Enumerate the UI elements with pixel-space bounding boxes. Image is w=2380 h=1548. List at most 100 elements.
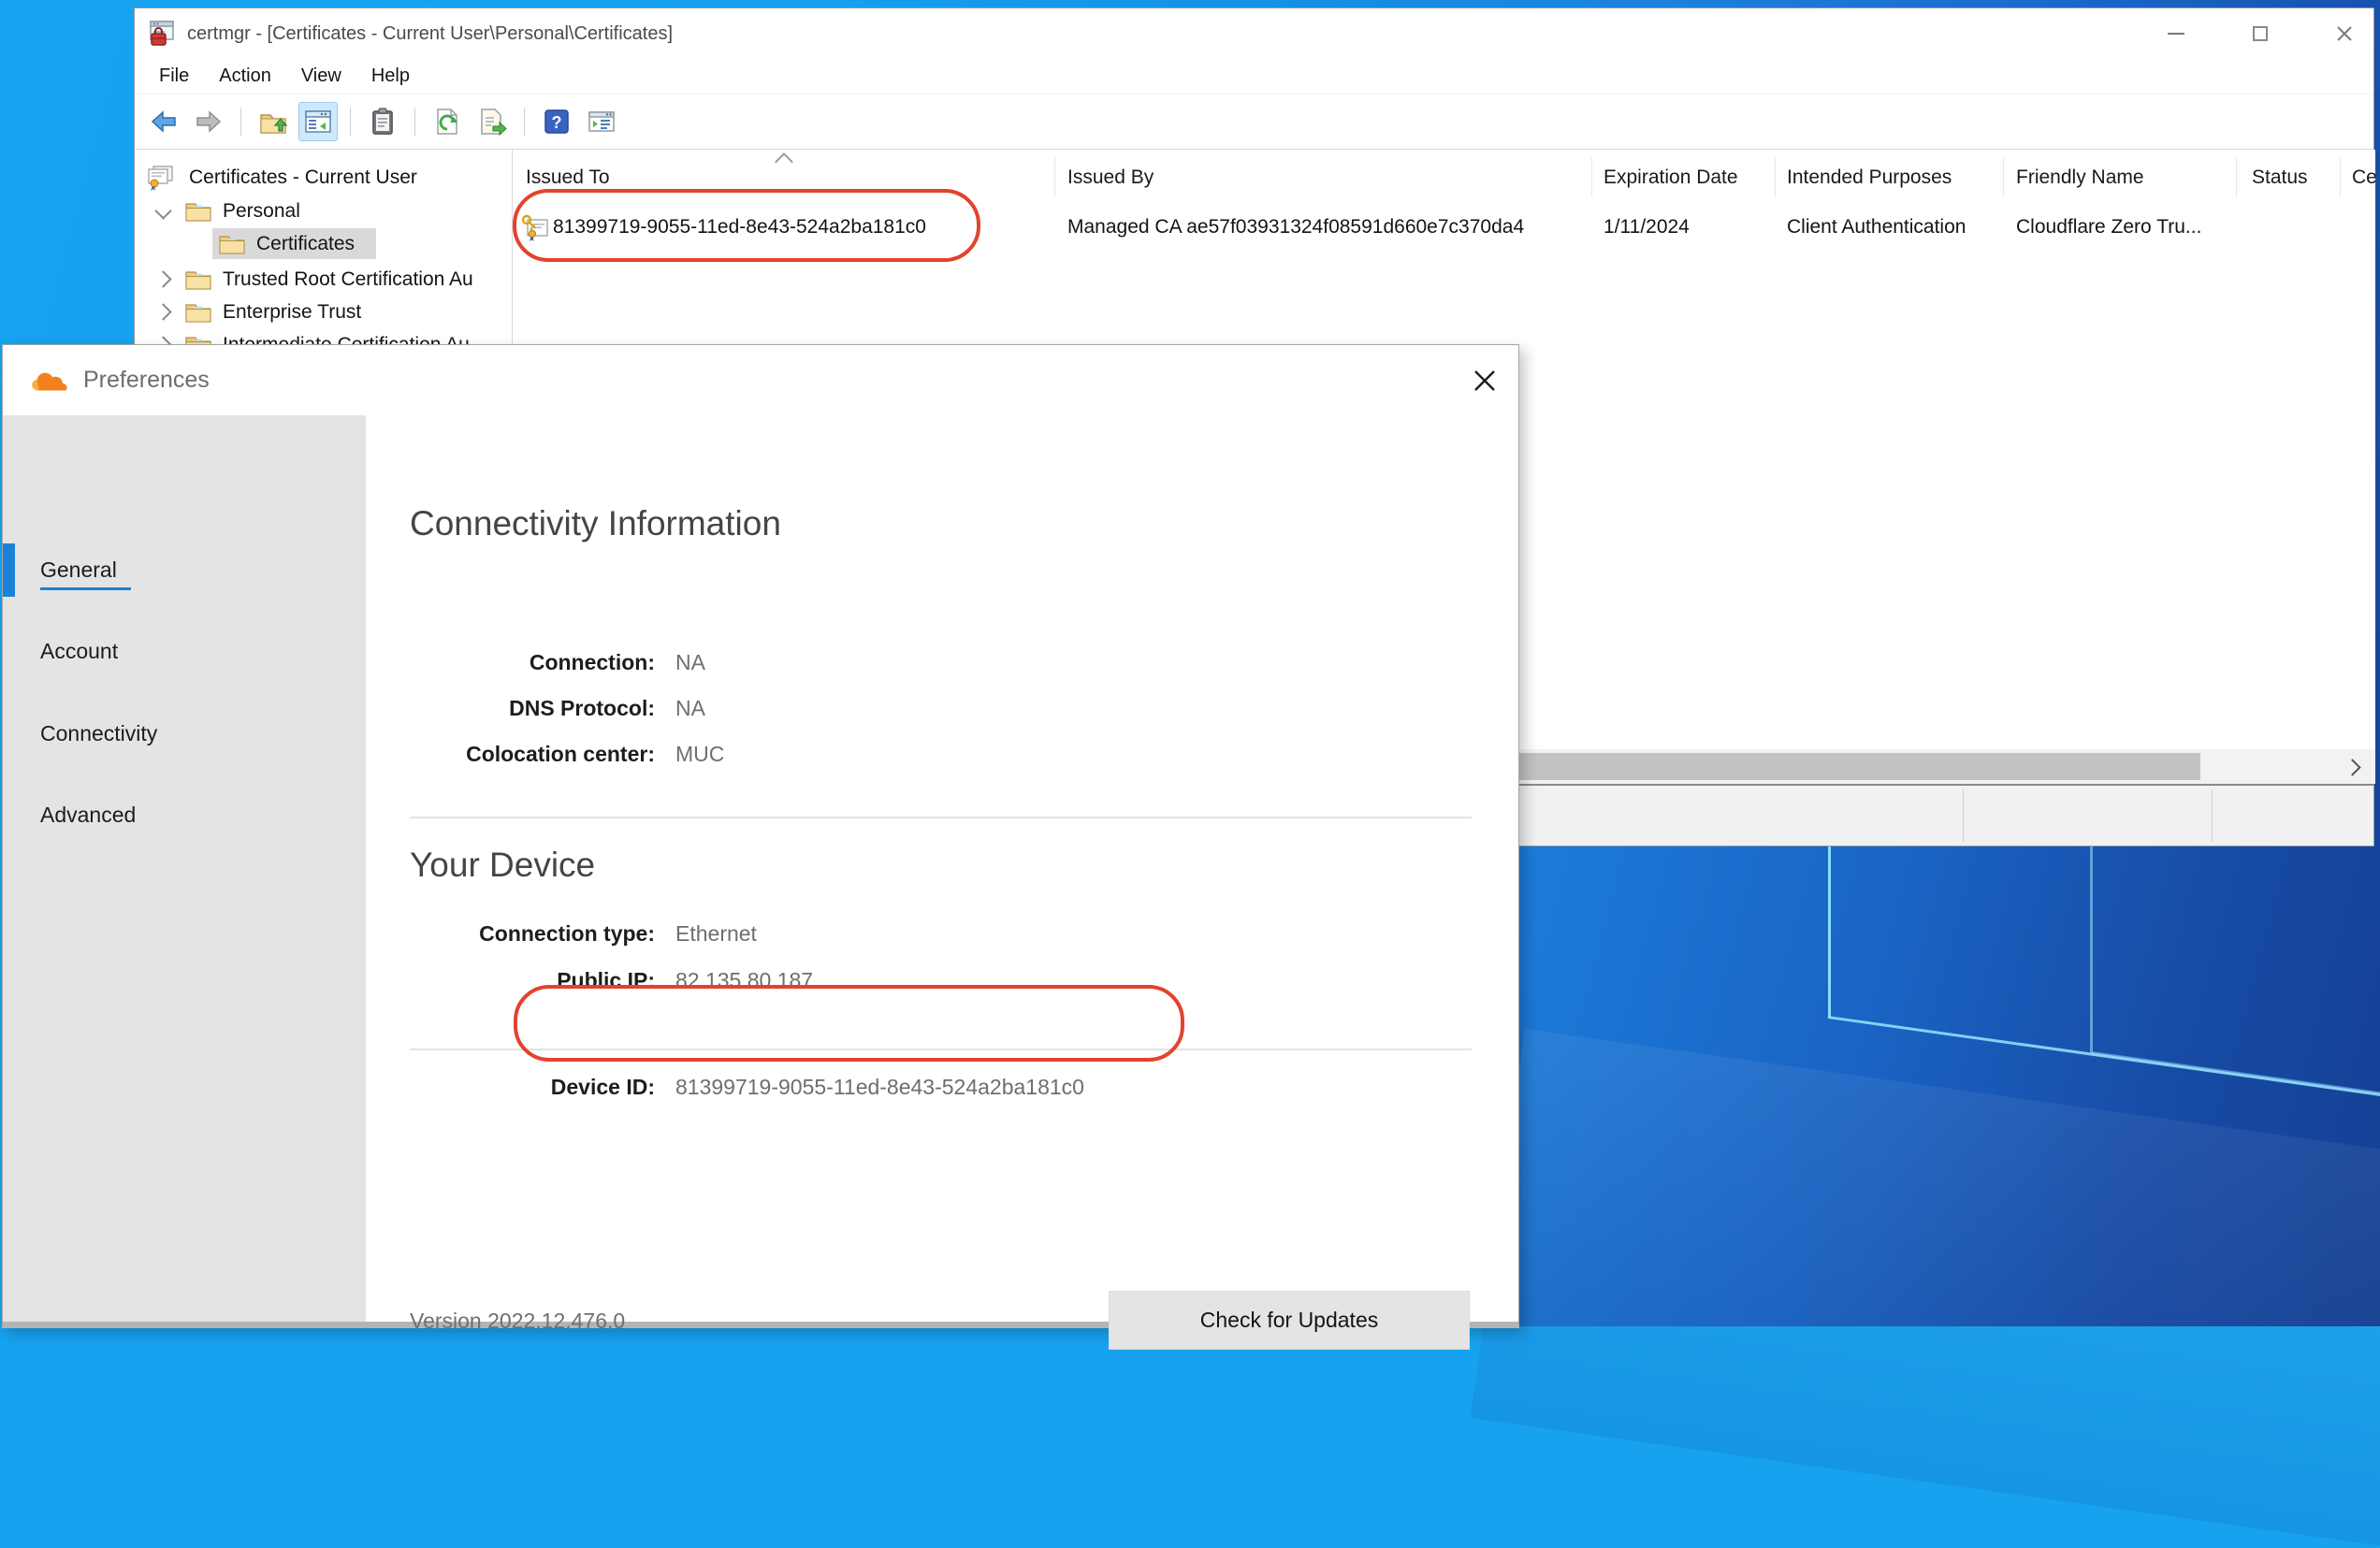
check-for-updates-button[interactable]: Check for Updates: [1109, 1291, 1470, 1350]
help-button[interactable]: ?: [537, 102, 576, 141]
device-id-row: Device ID: 81399719-9055-11ed-8e43-524a2…: [410, 1075, 1084, 1100]
preferences-header: Preferences: [3, 345, 1518, 415]
tree-item-label: Certificates - Current User: [189, 166, 417, 189]
connection-label: Connection:: [410, 650, 655, 675]
close-button[interactable]: [2329, 18, 2360, 50]
certmgr-app-icon: [148, 20, 176, 48]
copy-clipboard-icon: [368, 107, 398, 137]
sidebar-item-account[interactable]: Account: [3, 625, 366, 677]
tree-item-certificates-current-user[interactable]: Certificates - Current User: [146, 161, 417, 194]
column-header-intended-purposes[interactable]: Intended Purposes: [1787, 150, 1952, 203]
tree-item-enterprise-trust[interactable]: Enterprise Trust: [157, 296, 361, 328]
toolbar: ?: [135, 94, 2373, 149]
chevron-down-icon[interactable]: [154, 202, 171, 219]
preferences-dialog: Preferences General Account Connectivity…: [2, 344, 1519, 1328]
scroll-right-button[interactable]: [2338, 757, 2366, 777]
menu-help[interactable]: Help: [371, 65, 410, 87]
dns-protocol-row: DNS Protocol: NA: [410, 696, 705, 721]
sort-ascending-icon: [775, 152, 793, 171]
tree-item-label: Personal: [223, 200, 300, 223]
minimize-icon: [2168, 33, 2184, 35]
window-title: certmgr - [Certificates - Current User\P…: [187, 23, 673, 45]
maximize-icon: [2253, 26, 2268, 41]
toolbar-separator: [414, 108, 415, 136]
section-divider: [410, 817, 1472, 818]
public-ip-value: 82.135.80.187: [675, 968, 813, 993]
export-list-button[interactable]: [472, 102, 512, 141]
statusbar-separator: [1963, 789, 1964, 842]
folder-icon: [218, 233, 246, 255]
close-icon: [1471, 367, 1499, 395]
new-window-button[interactable]: [582, 102, 621, 141]
tree-item-trusted-root[interactable]: Trusted Root Certification Au: [157, 263, 473, 296]
menu-file[interactable]: File: [159, 65, 189, 87]
column-header-expiration-date[interactable]: Expiration Date: [1604, 150, 1738, 203]
column-divider[interactable]: [2236, 157, 2237, 196]
preferences-content: Connectivity Information Connection: NA …: [366, 415, 1518, 1322]
connection-value: NA: [675, 650, 705, 675]
forward-button[interactable]: [189, 102, 228, 141]
wallpaper-beam: [2090, 844, 2093, 1053]
copy-button[interactable]: [363, 102, 402, 141]
refresh-button[interactable]: [428, 102, 467, 141]
column-header-certificate-template[interactable]: Ce: [2352, 150, 2375, 203]
colocation-center-row: Colocation center: MUC: [410, 742, 724, 767]
refresh-icon: [432, 107, 462, 137]
your-device-heading: Your Device: [410, 846, 595, 885]
back-icon: [149, 107, 179, 137]
tree-item-certificates[interactable]: Certificates: [218, 227, 355, 260]
sidebar-item-connectivity[interactable]: Connectivity: [3, 707, 366, 760]
preferences-close-button[interactable]: [1468, 364, 1502, 398]
minimize-button[interactable]: [2160, 18, 2192, 50]
connection-type-row: Connection type: Ethernet: [410, 921, 757, 947]
public-ip-row: Public IP: 82.135.80.187: [410, 968, 813, 993]
menu-action[interactable]: Action: [219, 65, 271, 87]
up-one-level-folder-icon: [258, 107, 288, 137]
folder-icon: [184, 268, 212, 291]
chevron-right-icon: [2344, 759, 2360, 775]
menu-view[interactable]: View: [301, 65, 341, 87]
column-divider[interactable]: [1054, 157, 1055, 196]
tree-item-label: Trusted Root Certification Au: [223, 268, 473, 291]
certificate-with-key-icon: [521, 214, 549, 242]
preferences-title: Preferences: [83, 367, 210, 394]
colocation-center-value: MUC: [675, 742, 724, 767]
help-icon: ?: [542, 107, 572, 137]
column-header-issued-to[interactable]: Issued To: [526, 150, 610, 203]
dns-protocol-value: NA: [675, 696, 705, 721]
cell-issued-to: 81399719-9055-11ed-8e43-524a2ba181c0: [553, 208, 926, 247]
cell-friendly-name: Cloudflare Zero Tru...: [2016, 208, 2201, 247]
column-header-issued-by[interactable]: Issued By: [1067, 150, 1154, 203]
close-icon: [2335, 24, 2354, 43]
tree-item-personal[interactable]: Personal: [157, 195, 300, 227]
cell-expiration-date: 1/11/2024: [1604, 208, 1690, 247]
folder-icon: [184, 200, 212, 223]
statusbar-separator: [2212, 789, 2213, 842]
wallpaper-shade: [1471, 1029, 2380, 1548]
show-console-tree-button[interactable]: [298, 102, 338, 141]
forward-icon: [194, 107, 224, 137]
column-divider[interactable]: [2340, 157, 2341, 196]
certificate-row[interactable]: 81399719-9055-11ed-8e43-524a2ba181c0 Man…: [514, 208, 2375, 247]
chevron-right-icon[interactable]: [154, 270, 171, 287]
toolbar-separator: [350, 108, 351, 136]
dns-protocol-label: DNS Protocol:: [410, 696, 655, 721]
column-divider[interactable]: [1591, 157, 1592, 196]
section-divider: [410, 1049, 1472, 1050]
colocation-center-label: Colocation center:: [410, 742, 655, 767]
sidebar-item-advanced[interactable]: Advanced: [3, 788, 366, 841]
maximize-button[interactable]: [2244, 18, 2276, 50]
device-id-value: 81399719-9055-11ed-8e43-524a2ba181c0: [675, 1075, 1084, 1100]
column-header-status[interactable]: Status: [2252, 150, 2308, 203]
version-label: Version 2022.12.476.0: [410, 1309, 625, 1334]
connection-type-value: Ethernet: [675, 921, 757, 947]
folder-icon: [184, 301, 212, 324]
up-one-level-button[interactable]: [254, 102, 293, 141]
column-header-friendly-name[interactable]: Friendly Name: [2016, 150, 2144, 203]
column-divider[interactable]: [2003, 157, 2004, 196]
back-button[interactable]: [144, 102, 183, 141]
preferences-sidebar: General Account Connectivity Advanced: [3, 415, 366, 1322]
connectivity-information-heading: Connectivity Information: [410, 504, 781, 543]
chevron-right-icon[interactable]: [154, 303, 171, 320]
column-divider[interactable]: [1775, 157, 1776, 196]
